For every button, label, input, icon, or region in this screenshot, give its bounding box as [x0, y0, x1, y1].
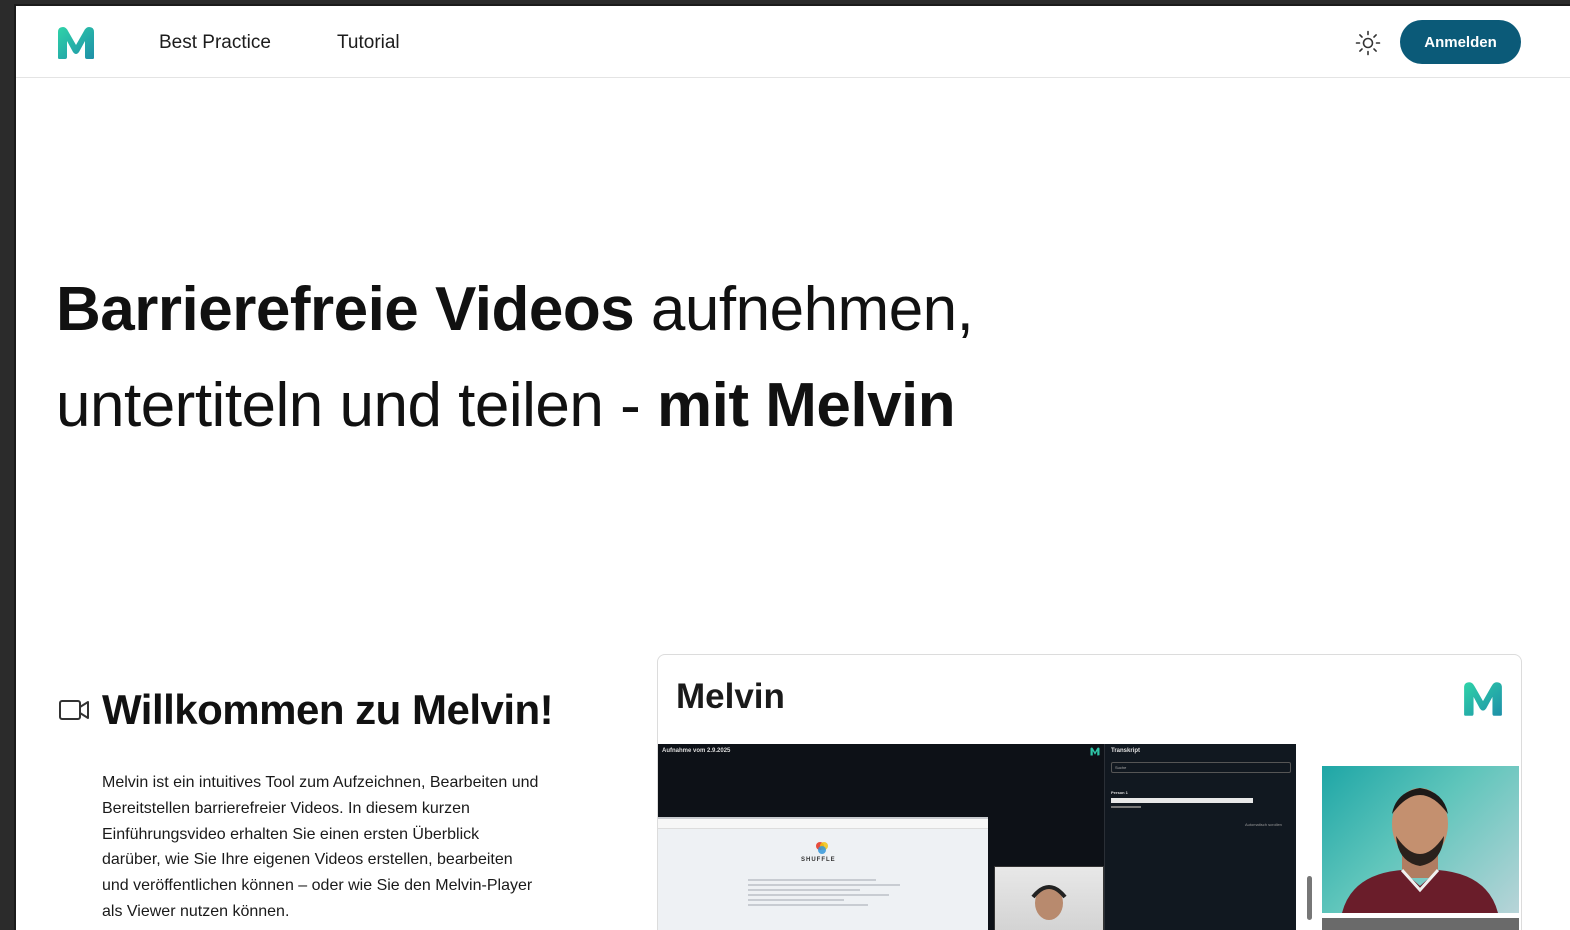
autoscroll-toggle[interactable]: Automatisch scrollen [1245, 822, 1282, 827]
recording-title: Aufnahme vom 2.9.2025 [662, 748, 731, 754]
welcome-description: Melvin ist ein intuitives Tool zum Aufze… [102, 774, 539, 920]
hero-line-2: untertiteln und teilen - mit Melvin [56, 358, 1156, 454]
hero-line-1: Barrierefreie Videos aufnehmen, [56, 262, 1156, 358]
webcam-thumbnail [994, 866, 1104, 930]
sun-icon[interactable] [1355, 30, 1381, 56]
speaker-label: Person 1 [1111, 790, 1128, 795]
browser-toolbar [658, 819, 988, 829]
video-camera-icon [59, 700, 89, 720]
video-player-card[interactable]: Melvin Aufnahme vom 2.9.2025 SHUFFLE Tra… [657, 654, 1522, 930]
transcript-title: Transkript [1111, 748, 1141, 754]
shared-browser-window: SHUFFLE [658, 817, 988, 930]
person-silhouette-icon [1031, 885, 1067, 920]
split-drag-handle[interactable] [1307, 876, 1312, 920]
shuffle-logo-icon [816, 842, 828, 854]
login-button[interactable]: Anmelden [1400, 20, 1521, 64]
hero-line-2-regular: untertiteln und teilen - [56, 371, 657, 440]
melvin-logo[interactable] [56, 26, 96, 60]
welcome-title: Willkommen zu Melvin! [102, 686, 554, 733]
melvin-logo-small [1090, 747, 1100, 756]
top-navbar: Best Practice Tutorial Anmelden [16, 6, 1570, 78]
screen-recording[interactable]: Aufnahme vom 2.9.2025 SHUFFLE Transkript… [658, 744, 1296, 930]
transcript-panel: Transkript Suche Person 1 Automatisch sc… [1104, 744, 1296, 930]
player-title: Melvin [676, 677, 785, 716]
highlighted-transcript-line[interactable] [1111, 798, 1253, 803]
presenter-silhouette-icon [1342, 788, 1498, 913]
webcam-caption-strip [1322, 918, 1519, 930]
nav-link-tutorial[interactable]: Tutorial [337, 32, 400, 54]
page-text-lines [748, 879, 908, 909]
hero-line-1-bold: Barrierefreie Videos [56, 275, 635, 344]
nav-link-best-practice[interactable]: Best Practice [159, 32, 271, 54]
transcript-line [1111, 806, 1141, 808]
browser-window: Best Practice Tutorial Anmelden Barriere… [14, 4, 1570, 930]
shuffle-brand: SHUFFLE [801, 857, 836, 863]
hero-line-1-regular: aufnehmen, [634, 275, 974, 344]
hero-line-2-bold: mit Melvin [657, 371, 956, 440]
transcript-search-input[interactable]: Suche [1111, 762, 1291, 773]
hero-heading: Barrierefreie Videos aufnehmen, untertit… [56, 262, 1156, 454]
webcam-video[interactable] [1322, 766, 1519, 913]
melvin-logo [1464, 682, 1502, 716]
